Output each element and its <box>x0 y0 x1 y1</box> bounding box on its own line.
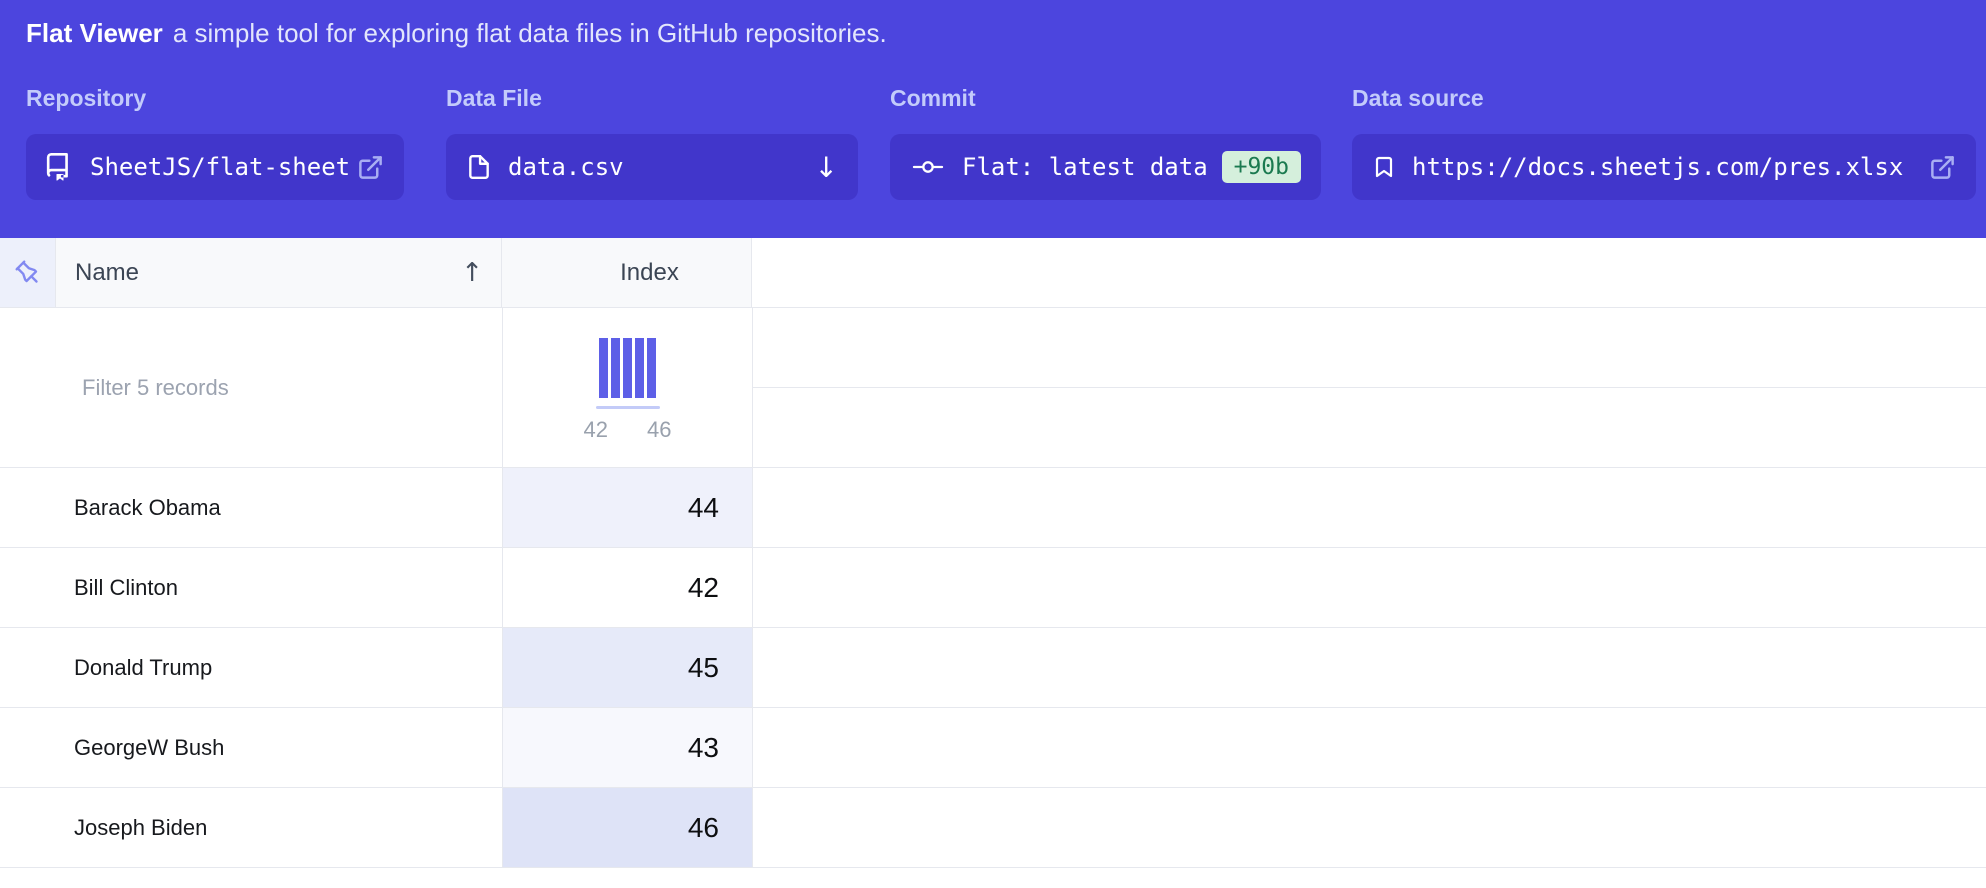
commit-diff-badge: +90b <box>1222 151 1301 183</box>
external-link-icon <box>357 154 384 181</box>
index-filter-cell: 42 46 <box>502 308 753 467</box>
controls-bar: Repository SheetJS/flat-sheet Data File … <box>0 85 1986 200</box>
filler-row-line <box>753 308 1986 388</box>
name-cell: Barack Obama <box>0 468 502 547</box>
histogram-bar <box>599 338 608 398</box>
row-filler <box>753 628 1986 707</box>
column-header-name[interactable]: Name ↑ <box>56 238 501 307</box>
name-cell: Joseph Biden <box>0 788 502 867</box>
row-filler <box>753 468 1986 547</box>
data-file-control: Data File data.csv ↓ <box>446 85 858 200</box>
external-link-icon <box>1929 154 1956 181</box>
data-source-value: https://docs.sheetjs.com/pres.xlsx <box>1412 153 1903 181</box>
name-cell: GeorgeW Bush <box>0 708 502 787</box>
name-filter-cell <box>0 308 502 467</box>
filter-filler <box>753 308 1986 467</box>
index-cell: 42 <box>502 548 753 627</box>
data-source-label: Data source <box>1352 85 1976 112</box>
column-header-name-label: Name <box>75 259 139 287</box>
app-title: Flat Viewer <box>26 18 163 48</box>
column-header-index-label: Index <box>620 259 679 287</box>
repository-label: Repository <box>26 85 404 112</box>
grid-body: Barack Obama 44 Bill Clinton 42 Donald T… <box>0 468 1986 868</box>
repository-control: Repository SheetJS/flat-sheet <box>26 85 404 200</box>
repo-icon <box>46 153 74 181</box>
table-row: Joseph Biden 46 <box>0 788 1986 868</box>
data-file-selector[interactable]: data.csv ↓ <box>446 134 858 200</box>
filter-row: 42 46 <box>0 308 1986 468</box>
commit-control: Commit Flat: latest data +90b <box>890 85 1321 200</box>
download-icon[interactable]: ↓ <box>815 151 838 184</box>
table-row: GeorgeW Bush 43 <box>0 708 1986 788</box>
histogram-bar <box>611 338 620 398</box>
histogram-axis-labels: 42 46 <box>584 417 672 443</box>
grid-header-row: Name ↑ Index <box>0 238 1986 308</box>
name-filter-input[interactable] <box>0 308 502 467</box>
index-cell: 43 <box>502 708 753 787</box>
column-header-index[interactable]: Index <box>501 238 752 307</box>
commit-icon <box>910 153 946 181</box>
index-cell: 44 <box>502 468 753 547</box>
row-filler <box>753 788 1986 867</box>
table-row: Donald Trump 45 <box>0 628 1986 708</box>
row-filler <box>753 548 1986 627</box>
commit-selector[interactable]: Flat: latest data +90b <box>890 134 1321 200</box>
data-file-value: data.csv <box>508 153 624 181</box>
app-subtitle: a simple tool for exploring flat data fi… <box>173 18 887 48</box>
row-filler <box>753 708 1986 787</box>
header-filler <box>752 238 1986 307</box>
index-cell: 45 <box>502 628 753 707</box>
table-row: Barack Obama 44 <box>0 468 1986 548</box>
data-file-label: Data File <box>446 85 858 112</box>
file-icon <box>466 153 492 181</box>
repository-value: SheetJS/flat-sheet <box>90 153 350 181</box>
data-source-link[interactable]: https://docs.sheetjs.com/pres.xlsx <box>1352 134 1976 200</box>
histogram-bar <box>647 338 656 398</box>
sort-ascending-icon: ↑ <box>461 258 483 288</box>
histogram-bar <box>635 338 644 398</box>
name-cell: Donald Trump <box>0 628 502 707</box>
app-header: Flat Viewer a simple tool for exploring f… <box>0 0 1986 238</box>
histogram-min-label: 42 <box>584 417 608 443</box>
histogram-bars <box>599 338 656 398</box>
commit-value: Flat: latest data <box>962 153 1208 181</box>
data-source-control: Data source https://docs.sheetjs.com/pre… <box>1352 85 1976 200</box>
name-cell: Bill Clinton <box>0 548 502 627</box>
repository-button[interactable]: SheetJS/flat-sheet <box>26 134 404 200</box>
index-histogram[interactable]: 42 46 <box>584 338 672 467</box>
histogram-brush-line <box>596 406 660 409</box>
data-grid: Name ↑ Index 42 46 Barack Oba <box>0 238 1986 888</box>
sticky-column-toggle[interactable] <box>0 238 56 307</box>
histogram-bar <box>623 338 632 398</box>
commit-label: Commit <box>890 85 1321 112</box>
histogram-max-label: 46 <box>647 417 671 443</box>
pushpin-icon <box>12 257 44 289</box>
table-row: Bill Clinton 42 <box>0 548 1986 628</box>
app-title-row: Flat Viewer a simple tool for exploring f… <box>0 14 1986 52</box>
bookmark-icon <box>1372 153 1396 181</box>
bottom-strip <box>0 868 1986 888</box>
index-cell: 46 <box>502 788 753 867</box>
